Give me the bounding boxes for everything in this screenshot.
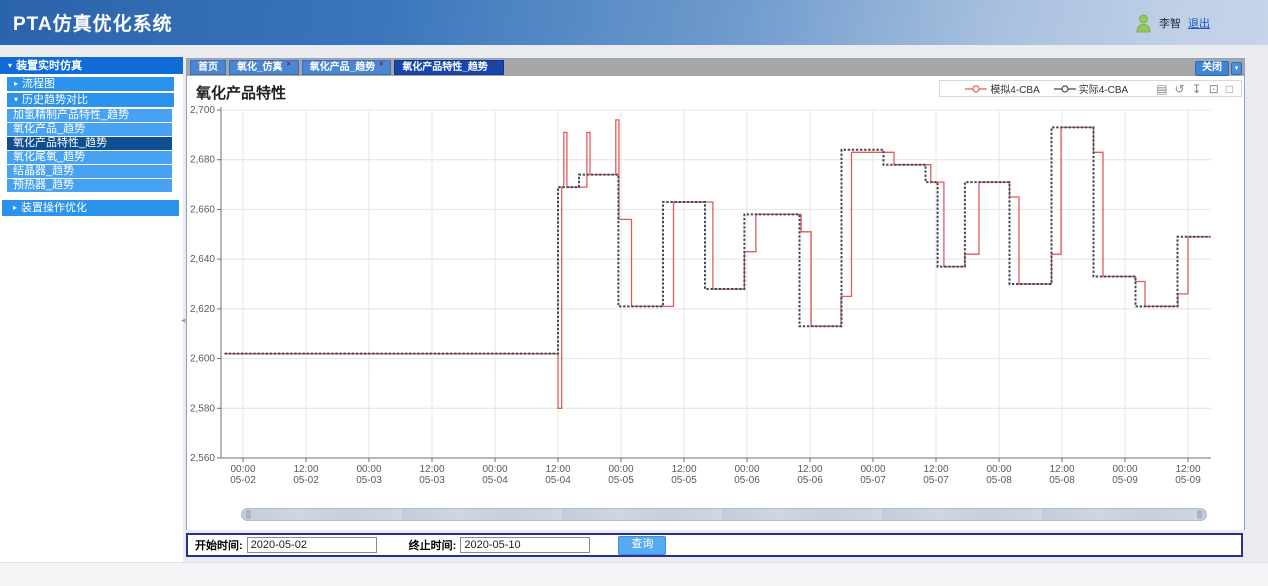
svg-text:2,620: 2,620 [190, 304, 215, 315]
svg-text:05-09: 05-09 [1112, 475, 1138, 486]
svg-text:00:00: 00:00 [356, 464, 381, 475]
svg-text:05-02: 05-02 [293, 475, 319, 486]
svg-text:00:00: 00:00 [986, 464, 1011, 475]
sidebar-item-trend[interactable]: 氧化尾氧_趋势 [7, 151, 172, 164]
svg-text:2,560: 2,560 [190, 453, 215, 464]
tab-strip-right: 关闭 ▾ [1195, 61, 1242, 76]
query-bar: 开始时间: 终止时间: 查询 [186, 533, 1243, 557]
sidebar-item-trend[interactable]: 预热器_趋势 [7, 179, 172, 192]
svg-text:00:00: 00:00 [734, 464, 759, 475]
chart-gridlines [221, 110, 1211, 458]
app-header: PTA仿真优化系统 李智 退出 [0, 0, 1268, 45]
svg-text:00:00: 00:00 [608, 464, 633, 475]
svg-text:05-03: 05-03 [419, 475, 445, 486]
sidebar: ▾装置实时仿真 ▸流程图 ▾历史趋势对比加氢精制产品特性_趋势氧化产品_趋势氧化产品… [0, 57, 183, 583]
svg-text:00:00: 00:00 [230, 464, 255, 475]
svg-text:12:00: 12:00 [1175, 464, 1200, 475]
svg-text:2,600: 2,600 [190, 354, 215, 365]
tab-close-icon[interactable]: × [379, 61, 383, 68]
svg-text:05-04: 05-04 [545, 475, 571, 486]
svg-text:12:00: 12:00 [419, 464, 444, 475]
svg-text:05-04: 05-04 [482, 475, 508, 486]
series-模拟4-CBA [225, 120, 1211, 408]
close-tab-button[interactable]: 关闭 [1195, 61, 1229, 76]
tab-氧化产品特性_趋势[interactable]: 氧化产品特性_趋势× [394, 60, 504, 75]
tab-more-button[interactable]: ▾ [1231, 62, 1242, 75]
end-time-label: 终止时间: [409, 537, 457, 553]
chart-series [225, 120, 1211, 408]
sidebar-collapse-icon[interactable]: ◂ [181, 315, 186, 326]
svg-text:12:00: 12:00 [797, 464, 822, 475]
sidebar-group-item[interactable]: ▾历史趋势对比 [7, 93, 174, 107]
svg-text:05-06: 05-06 [797, 475, 823, 486]
sidebar-group-item[interactable]: ▸流程图 [7, 77, 174, 91]
main-panel: 首页氧化_仿真×氧化产品_趋势×氧化产品特性_趋势× 关闭 ▾ 氧化产品特性 模… [186, 58, 1245, 530]
sidebar-item-trend[interactable]: 氧化产品_趋势 [7, 123, 172, 136]
svg-text:12:00: 12:00 [923, 464, 948, 475]
triangle-right-icon: ▸ [14, 77, 18, 91]
sidebar-item-trend[interactable]: 加氢精制产品特性_趋势 [7, 109, 172, 122]
svg-text:00:00: 00:00 [860, 464, 885, 475]
svg-text:05-05: 05-05 [608, 475, 634, 486]
query-button[interactable]: 查询 [618, 536, 666, 555]
svg-text:05-02: 05-02 [230, 475, 256, 486]
logout-link[interactable]: 退出 [1188, 15, 1210, 31]
end-time-input[interactable] [460, 537, 590, 553]
svg-text:05-07: 05-07 [923, 475, 949, 486]
tab-strip: 首页氧化_仿真×氧化产品_趋势×氧化产品特性_趋势× [187, 59, 1244, 76]
user-box: 李智 退出 [1135, 12, 1210, 34]
svg-text:2,580: 2,580 [190, 403, 215, 414]
chart-axis-labels: 00:0005-0212:0005-0200:0005-0312:0005-03… [190, 105, 1201, 486]
svg-text:00:00: 00:00 [482, 464, 507, 475]
triangle-down-icon: ▾ [14, 93, 18, 107]
start-time-input[interactable] [247, 537, 377, 553]
tab-首页[interactable]: 首页 [190, 60, 226, 75]
svg-text:12:00: 12:00 [1049, 464, 1074, 475]
svg-text:12:00: 12:00 [293, 464, 318, 475]
datazoom-left-handle[interactable] [246, 510, 251, 519]
svg-text:00:00: 00:00 [1112, 464, 1137, 475]
datazoom-slider[interactable] [241, 508, 1207, 521]
sidebar-bottom-item[interactable]: ▸装置操作优化 [2, 200, 179, 216]
chart-panel: 氧化产品特性 模拟4-CBA实际4-CBA ▤↺↧⊡□ 00:0005-0212… [187, 76, 1244, 530]
sidebar-item-trend[interactable]: 氧化产品特性_趋势 [7, 137, 172, 150]
app-title: PTA仿真优化系统 [13, 9, 173, 36]
username: 李智 [1159, 15, 1181, 31]
svg-text:05-03: 05-03 [356, 475, 382, 486]
triangle-right-icon: ▸ [13, 200, 17, 216]
svg-text:05-09: 05-09 [1175, 475, 1201, 486]
sidebar-item-trend[interactable]: 结晶器_趋势 [7, 165, 172, 178]
svg-text:12:00: 12:00 [545, 464, 570, 475]
svg-text:2,680: 2,680 [190, 155, 215, 166]
triangle-down-icon: ▾ [8, 57, 12, 74]
tab-close-icon[interactable]: × [287, 61, 291, 68]
svg-text:2,700: 2,700 [190, 105, 215, 116]
svg-text:05-08: 05-08 [1049, 475, 1075, 486]
svg-text:05-05: 05-05 [671, 475, 697, 486]
user-icon [1135, 14, 1152, 33]
svg-text:05-08: 05-08 [986, 475, 1012, 486]
tab-氧化产品_趋势[interactable]: 氧化产品_趋势× [302, 60, 392, 75]
svg-text:05-07: 05-07 [860, 475, 886, 486]
svg-text:12:00: 12:00 [671, 464, 696, 475]
svg-text:2,660: 2,660 [190, 204, 215, 215]
svg-text:2,640: 2,640 [190, 254, 215, 265]
datazoom-right-handle[interactable] [1197, 510, 1202, 519]
tab-close-icon[interactable]: × [492, 61, 496, 68]
trend-chart[interactable]: 00:0005-0212:0005-0200:0005-0312:0005-03… [187, 76, 1244, 506]
start-time-label: 开始时间: [195, 537, 243, 553]
sidebar-root-item[interactable]: ▾装置实时仿真 [0, 57, 183, 74]
bottom-strip [0, 562, 1268, 586]
svg-text:05-06: 05-06 [734, 475, 760, 486]
tab-氧化_仿真[interactable]: 氧化_仿真× [229, 60, 299, 75]
series-实际4-CBA [225, 127, 1211, 353]
